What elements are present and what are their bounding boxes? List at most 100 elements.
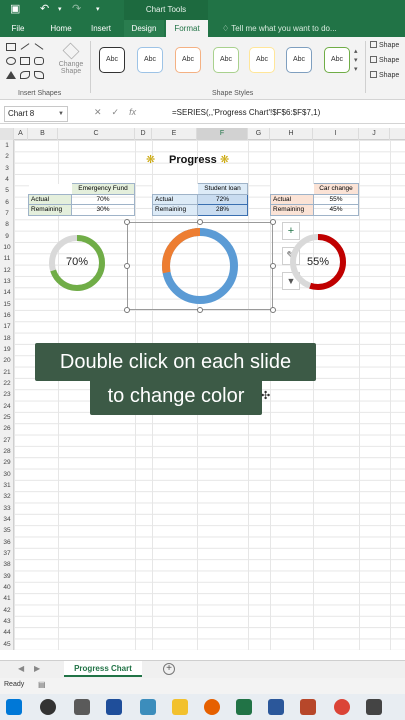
row-header[interactable]: 6: [0, 197, 14, 208]
cell-value[interactable]: 45%: [313, 204, 359, 216]
shape-style-2[interactable]: Abc: [137, 47, 163, 73]
row-header[interactable]: 27: [0, 435, 14, 446]
row-header[interactable]: 40: [0, 582, 14, 593]
row-header[interactable]: 31: [0, 480, 14, 491]
cell-value[interactable]: 55%: [313, 193, 359, 205]
row-header[interactable]: 44: [0, 627, 14, 638]
row-header[interactable]: 42: [0, 605, 14, 616]
row-header[interactable]: 38: [0, 559, 14, 570]
row-label[interactable]: Remaining: [28, 204, 72, 216]
app-icon[interactable]: [140, 699, 156, 715]
enter-icon[interactable]: ✓: [112, 107, 120, 117]
row-header[interactable]: 43: [0, 616, 14, 627]
add-sheet-button[interactable]: +: [163, 663, 175, 675]
row-header[interactable]: 35: [0, 525, 14, 536]
cell-value[interactable]: 28%: [197, 204, 248, 216]
column-header[interactable]: A: [14, 128, 28, 140]
row-header[interactable]: 1: [0, 140, 14, 151]
resize-handle[interactable]: [124, 307, 130, 313]
row-header[interactable]: 17: [0, 321, 14, 332]
resize-handle[interactable]: [124, 263, 130, 269]
shape-style-6[interactable]: Abc: [286, 47, 312, 73]
chevron-down-icon[interactable]: ▼: [58, 107, 64, 121]
styles-scroll-icon[interactable]: ▴ ▾ ▾: [354, 47, 358, 74]
tab-file[interactable]: File: [6, 20, 30, 37]
table-header[interactable]: Emergency Fund: [71, 183, 135, 195]
row-header[interactable]: 34: [0, 514, 14, 525]
row-header[interactable]: 33: [0, 503, 14, 514]
row-header[interactable]: 26: [0, 423, 14, 434]
shape-style-5[interactable]: Abc: [249, 47, 275, 73]
shape-outline-button[interactable]: Shape: [370, 56, 399, 64]
table-header[interactable]: Student loan: [197, 183, 248, 195]
tab-format[interactable]: Format: [166, 20, 208, 37]
triangle-shape-icon[interactable]: [6, 71, 16, 79]
tab-insert[interactable]: Insert: [84, 20, 118, 37]
prev-sheet-icon[interactable]: ◀: [18, 664, 24, 673]
cell-value[interactable]: 72%: [197, 193, 248, 205]
row-header[interactable]: 15: [0, 299, 14, 310]
task-view-icon[interactable]: [74, 699, 90, 715]
row-label[interactable]: Actual: [270, 193, 314, 205]
student-loan-donut-chart[interactable]: [160, 226, 240, 306]
row-header[interactable]: 19: [0, 344, 14, 355]
rounded-rect-shape-icon[interactable]: [34, 57, 44, 65]
tell-me-box[interactable]: ♢ Tell me what you want to do...: [222, 20, 337, 37]
row-header[interactable]: 20: [0, 355, 14, 366]
row-header[interactable]: 22: [0, 378, 14, 389]
excel-icon[interactable]: [236, 699, 252, 715]
macro-record-icon[interactable]: ▤: [38, 680, 46, 689]
column-header[interactable]: E: [152, 128, 197, 140]
row-label[interactable]: Remaining: [152, 204, 198, 216]
row-header[interactable]: 8: [0, 219, 14, 230]
freeform-shape-icon[interactable]: [34, 71, 44, 79]
row-header[interactable]: 39: [0, 571, 14, 582]
column-header[interactable]: J: [359, 128, 390, 140]
sheet-tab-progress-chart[interactable]: Progress Chart: [64, 661, 142, 677]
shape-style-3[interactable]: Abc: [175, 47, 201, 73]
resize-handle[interactable]: [124, 219, 130, 225]
row-header[interactable]: 3: [0, 163, 14, 174]
shape-style-4[interactable]: Abc: [213, 47, 239, 73]
windows-start-icon[interactable]: [6, 699, 22, 715]
shape-style-7[interactable]: Abc: [324, 47, 350, 73]
shape-effects-button[interactable]: Shape: [370, 71, 399, 79]
row-header[interactable]: 28: [0, 446, 14, 457]
change-shape-button[interactable]: Change Shape: [56, 41, 86, 85]
table-header[interactable]: Car change: [313, 183, 359, 195]
row-header[interactable]: 14: [0, 287, 14, 298]
app-icon[interactable]: [106, 699, 122, 715]
row-header[interactable]: 25: [0, 412, 14, 423]
row-header[interactable]: 18: [0, 333, 14, 344]
undo-dropdown-icon[interactable]: ▾: [58, 5, 62, 13]
column-header[interactable]: I: [313, 128, 359, 140]
insert-function-icon[interactable]: fx: [129, 107, 136, 117]
column-header[interactable]: B: [28, 128, 58, 140]
name-box[interactable]: Chart 8 ▼: [4, 106, 68, 122]
formula-input[interactable]: =SERIES(,,'Progress Chart'!$F$6:$F$7,1): [172, 108, 320, 117]
column-header[interactable]: D: [135, 128, 152, 140]
undo-icon[interactable]: ↶: [40, 2, 49, 15]
row-header[interactable]: 4: [0, 174, 14, 185]
insert-shapes-gallery[interactable]: [4, 41, 54, 83]
row-header[interactable]: 16: [0, 310, 14, 321]
shape-fill-button[interactable]: Shape: [370, 41, 399, 49]
rectangle-shape-icon[interactable]: [6, 43, 16, 51]
square-shape-icon[interactable]: [20, 57, 30, 65]
row-header[interactable]: 29: [0, 457, 14, 468]
row-header[interactable]: 21: [0, 367, 14, 378]
column-header[interactable]: F: [197, 128, 248, 140]
row-header[interactable]: 45: [0, 639, 14, 650]
row-header[interactable]: 36: [0, 537, 14, 548]
resize-handle[interactable]: [197, 219, 203, 225]
redo-icon[interactable]: ↷: [72, 2, 81, 15]
row-header[interactable]: 10: [0, 242, 14, 253]
column-header[interactable]: C: [58, 128, 135, 140]
cell-value[interactable]: 70%: [71, 193, 135, 205]
row-header[interactable]: 2: [0, 151, 14, 162]
row-header[interactable]: 11: [0, 253, 14, 264]
row-header[interactable]: 9: [0, 231, 14, 242]
save-icon[interactable]: ▣: [10, 2, 20, 15]
row-header[interactable]: 13: [0, 276, 14, 287]
next-sheet-icon[interactable]: ▶: [34, 664, 40, 673]
